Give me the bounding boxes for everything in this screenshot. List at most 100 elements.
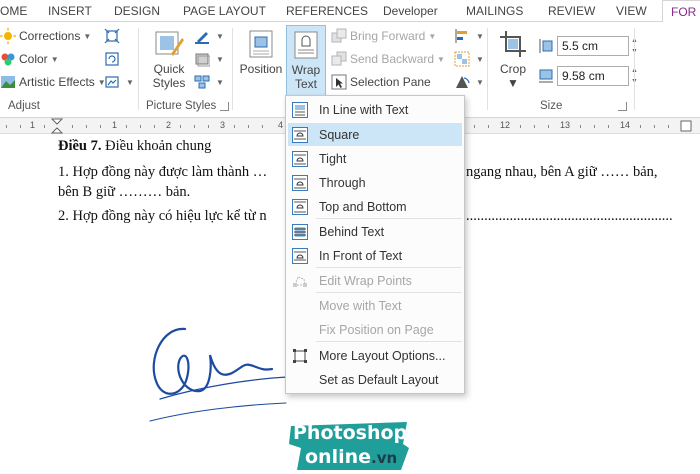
tab-references[interactable]: REFERENCES — [286, 4, 368, 18]
tab-format[interactable]: FOR — [662, 0, 700, 23]
dialog-launcher-icon[interactable] — [618, 102, 627, 111]
menu-item-through[interactable]: Through — [288, 171, 462, 194]
menu-item-more-layout-options[interactable]: More Layout Options... — [288, 344, 462, 367]
group-button[interactable]: ▼ — [454, 51, 484, 67]
shape-width-input[interactable] — [557, 66, 629, 86]
wrap-text-menu: In Line with Text Square Tight Through T… — [285, 95, 465, 394]
tab-view[interactable]: VIEW — [616, 4, 647, 18]
menu-item-square[interactable]: Square — [288, 123, 462, 146]
watermark-line-2: online.vn — [305, 446, 397, 468]
tab-developer[interactable]: Developer — [383, 4, 438, 18]
menu-separator — [316, 292, 462, 293]
bring-forward-button[interactable]: Bring Forward ▼ — [331, 28, 436, 44]
width-icon — [538, 68, 554, 84]
tight-wrap-icon — [292, 150, 308, 167]
doc-line-2: bên B giữ ……… bản. — [58, 184, 191, 200]
tab-home[interactable]: OME — [0, 4, 27, 18]
chevron-down-icon: ▼ — [216, 31, 224, 41]
menu-item-in-line-with-text[interactable]: In Line with Text — [288, 98, 462, 121]
menu-item-in-front-of-text[interactable]: In Front of Text — [288, 244, 462, 267]
corrections-label: Corrections — [19, 29, 81, 43]
menu-item-tight[interactable]: Tight — [288, 147, 462, 170]
bring-forward-icon — [331, 28, 347, 44]
width-spinner[interactable]: ▲▼ — [631, 66, 641, 86]
group-divider — [487, 28, 488, 110]
menu-item-label: Behind Text — [319, 224, 385, 239]
indent-marker-icon[interactable] — [51, 118, 63, 134]
doc-heading-rest: Điều khoản chung — [101, 138, 212, 154]
watermark-logo: Photoshop online.vn — [289, 420, 409, 472]
chevron-down-icon: ▼ — [476, 54, 484, 64]
ribbon-tabs: OME INSERT DESIGN PAGE LAYOUT REFERENCES… — [0, 0, 700, 23]
reset-picture-button[interactable]: ▼ — [104, 74, 134, 90]
right-indent-marker-icon[interactable] — [680, 120, 692, 132]
menu-item-behind-text[interactable]: Behind Text — [288, 220, 462, 243]
wrap-text-icon — [290, 29, 322, 61]
crop-button[interactable]: Crop ▼ — [494, 28, 532, 90]
tab-design[interactable]: DESIGN — [114, 4, 160, 18]
quick-styles-button[interactable]: Quick Styles — [148, 28, 190, 90]
watermark-domain: .vn — [371, 449, 398, 467]
watermark-line-1: Photoshop — [293, 422, 408, 444]
tab-mailings[interactable]: MAILINGS — [466, 4, 523, 18]
wrap-text-button[interactable]: Wrap Text — [286, 25, 326, 97]
crop-icon — [497, 28, 529, 60]
chevron-down-icon: ▼ — [83, 31, 92, 41]
picture-border-button[interactable]: ▼ — [194, 28, 224, 44]
selection-pane-icon — [331, 74, 347, 90]
align-button[interactable]: ▼ — [454, 28, 484, 44]
shape-height-control: ▲▼ — [538, 36, 641, 56]
adjust-group-label: Adjust — [8, 100, 40, 112]
send-backward-button[interactable]: Send Backward ▼ — [331, 51, 445, 67]
doc-heading: Điều 7. Điều khoản chung — [58, 138, 211, 155]
shape-height-input[interactable] — [557, 36, 629, 56]
send-backward-icon — [331, 51, 347, 67]
quick-styles-label-2: Styles — [152, 76, 186, 90]
corrections-button[interactable]: Corrections ▼ — [0, 28, 91, 44]
height-spinner[interactable]: ▲▼ — [631, 36, 641, 56]
doc-line-3a: 2. Hợp đồng này có hiệu lực kể từ n — [58, 208, 267, 224]
selection-pane-label: Selection Pane — [350, 75, 431, 89]
artistic-effects-label: Artistic Effects — [19, 75, 95, 89]
picture-layout-icon — [194, 74, 210, 90]
position-icon — [245, 28, 277, 60]
picture-layout-button[interactable]: ▼ — [194, 74, 224, 90]
tab-review[interactable]: REVIEW — [548, 4, 595, 18]
tab-insert[interactable]: INSERT — [48, 4, 92, 18]
tab-page-layout[interactable]: PAGE LAYOUT — [183, 4, 266, 18]
behind-text-icon — [292, 223, 308, 240]
menu-item-edit-wrap-points[interactable]: Edit Wrap Points — [288, 269, 462, 292]
in-line-icon — [292, 101, 308, 118]
menu-item-label: Fix Position on Page — [319, 322, 434, 337]
menu-item-fix-position-on-page[interactable]: Fix Position on Page — [288, 318, 462, 341]
menu-item-top-and-bottom[interactable]: Top and Bottom — [288, 195, 462, 218]
chevron-down-icon: ▼ — [216, 54, 224, 64]
doc-line-3b: ........................................… — [466, 208, 673, 224]
chevron-down-icon: ▼ — [50, 54, 59, 64]
selection-pane-button[interactable]: Selection Pane — [331, 74, 431, 90]
artistic-effects-button[interactable]: Artistic Effects ▼ — [0, 74, 106, 90]
chevron-down-icon: ▼ — [476, 31, 484, 41]
dialog-launcher-icon[interactable] — [220, 102, 229, 111]
menu-item-label: Square — [319, 127, 360, 142]
signature-image[interactable] — [140, 319, 290, 424]
menu-item-label: More Layout Options... — [319, 348, 446, 363]
picture-effects-button[interactable]: ▼ — [194, 51, 224, 67]
quick-styles-icon — [153, 28, 185, 60]
shape-width-control: ▲▼ — [538, 66, 641, 86]
size-group-label: Size — [540, 100, 563, 112]
menu-item-label: Through — [319, 175, 366, 190]
rotate-icon — [454, 74, 470, 90]
position-button[interactable]: Position — [237, 28, 285, 76]
doc-heading-bold: Điều 7. — [58, 138, 102, 154]
menu-item-set-as-default-layout[interactable]: Set as Default Layout — [288, 368, 462, 391]
change-picture-button[interactable] — [104, 51, 123, 67]
chevron-down-icon: ▼ — [437, 54, 445, 64]
group-divider — [138, 28, 139, 110]
in-front-icon — [292, 247, 308, 264]
color-button[interactable]: Color ▼ — [0, 51, 59, 67]
rotate-button[interactable]: ▼ — [454, 74, 484, 90]
compress-pictures-button[interactable] — [104, 28, 123, 44]
group-icon — [454, 51, 470, 67]
menu-item-move-with-text[interactable]: Move with Text — [288, 294, 462, 317]
